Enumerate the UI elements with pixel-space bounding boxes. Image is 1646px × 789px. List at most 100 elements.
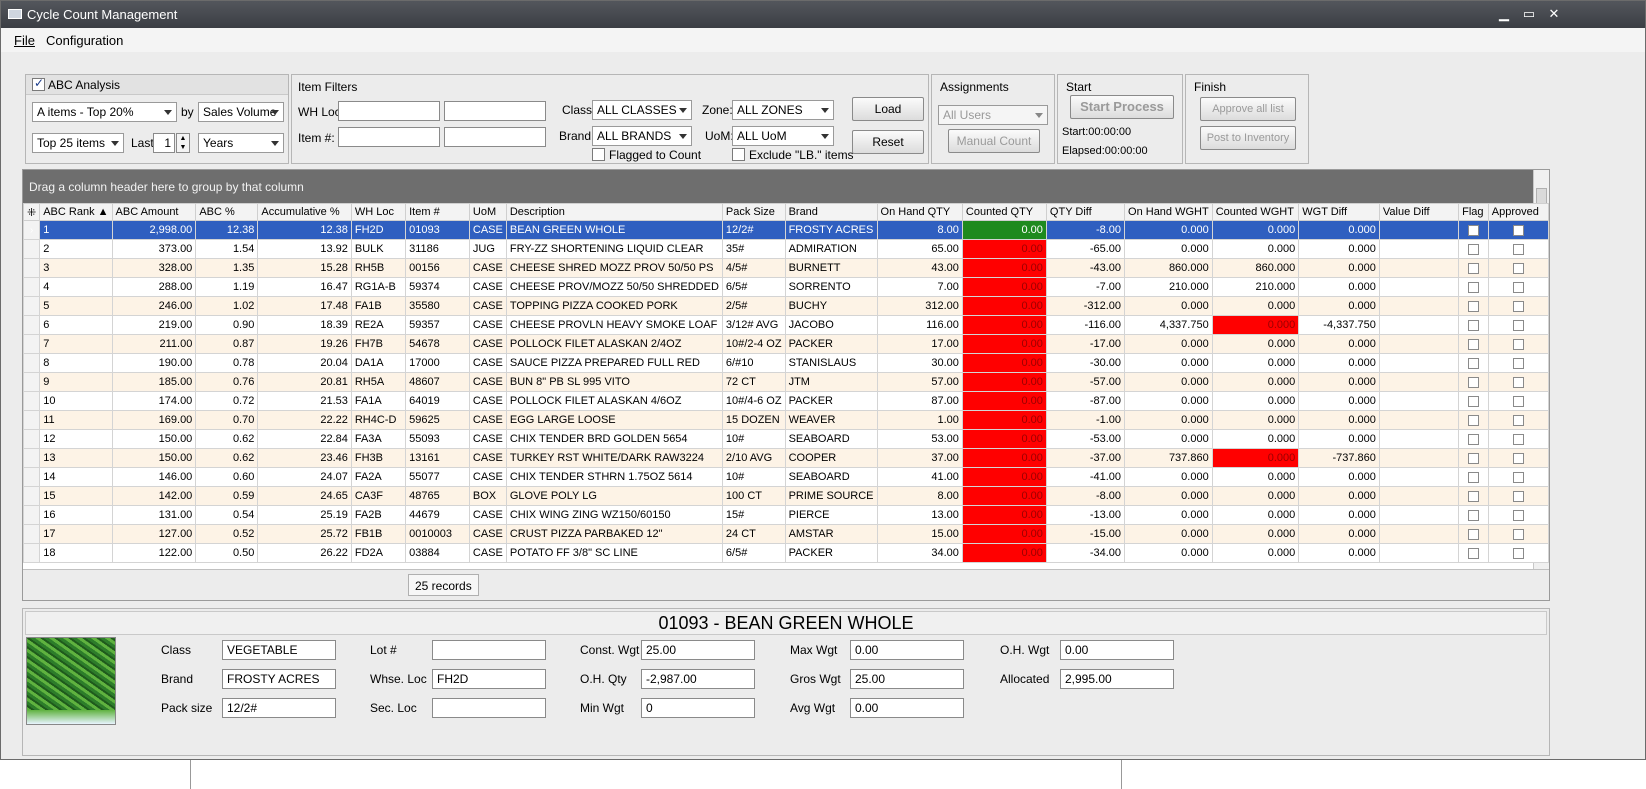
cell-abc-amount[interactable]: 328.00 xyxy=(111,258,197,278)
cell-brand[interactable]: SORRENTO xyxy=(784,277,878,297)
table-row[interactable]: 6 219.00 0.90 18.39 RE2A 59357 CASE CHEESE PROV… xyxy=(22,315,1550,335)
pack-size-field[interactable]: 12/2# xyxy=(222,698,336,718)
cell-wh-loc[interactable]: FA2A xyxy=(350,467,407,487)
cell-counted-wght[interactable]: 0.000 xyxy=(1211,353,1300,373)
cell-accumulative-pct[interactable]: 22.22 xyxy=(257,410,352,430)
class-combo[interactable]: ALL CLASSES xyxy=(592,100,692,120)
cell-abc-pct[interactable]: 0.60 xyxy=(195,467,259,487)
brand-field[interactable]: FROSTY ACRES xyxy=(222,669,336,689)
cell-pack-size[interactable]: 35# xyxy=(721,239,786,259)
cell-pack-size[interactable]: 10#/4-6 OZ xyxy=(721,391,786,411)
cell-counted-wght[interactable]: 0.000 xyxy=(1211,543,1300,563)
cell-counted-wght[interactable]: 0.000 xyxy=(1211,220,1300,240)
approved-checkbox[interactable] xyxy=(1512,547,1524,559)
cell-abc-rank[interactable]: 2 xyxy=(39,239,113,259)
cell-abc-pct[interactable]: 0.62 xyxy=(195,448,259,468)
approved-checkbox[interactable] xyxy=(1512,338,1524,350)
cell-accumulative-pct[interactable]: 25.72 xyxy=(257,524,352,544)
cell-abc-amount[interactable]: 174.00 xyxy=(111,391,197,411)
cell-pack-size[interactable]: 6/5# xyxy=(721,277,786,297)
cell-accumulative-pct[interactable]: 17.48 xyxy=(257,296,352,316)
col-abc-rank[interactable]: ABC Rank ▲ xyxy=(39,203,113,221)
cell-pack-size[interactable]: 15# xyxy=(721,505,786,525)
cell-counted-qty[interactable]: 0.00 xyxy=(961,543,1047,563)
col-accumulative-pct[interactable]: Accumulative % xyxy=(257,203,352,221)
cell-pack-size[interactable]: 10# xyxy=(721,467,786,487)
cell-counted-qty[interactable]: 0.00 xyxy=(961,220,1047,240)
cell-wh-loc[interactable]: RH5A xyxy=(350,372,407,392)
cell-brand[interactable]: WEAVER xyxy=(784,410,878,430)
table-row[interactable]: 4 288.00 1.19 16.47 RG1A-B 59374 CASE CHEESE PR… xyxy=(22,277,1550,297)
cell-wh-loc[interactable]: FA1B xyxy=(350,296,407,316)
cell-wgt-diff[interactable]: 0.000 xyxy=(1298,220,1380,240)
cell-abc-amount[interactable]: 150.00 xyxy=(111,448,197,468)
flag-checkbox[interactable] xyxy=(1467,509,1479,521)
cell-abc-amount[interactable]: 142.00 xyxy=(111,486,197,506)
cell-description[interactable]: CHIX TENDER STHRN 1.75OZ 5614 xyxy=(505,467,723,487)
cell-wh-loc[interactable]: FH3B xyxy=(350,448,407,468)
cell-counted-qty[interactable]: 0.00 xyxy=(961,296,1047,316)
row-indicator[interactable] xyxy=(22,372,41,392)
cell-pack-size[interactable]: 12/2# xyxy=(721,220,786,240)
exclude-lb-checkbox[interactable] xyxy=(732,148,745,161)
flag-checkbox[interactable] xyxy=(1467,376,1479,388)
abc-period-combo[interactable]: Years xyxy=(198,133,284,153)
cell-wh-loc[interactable]: CA3F xyxy=(350,486,407,506)
approved-checkbox[interactable] xyxy=(1512,224,1524,236)
row-indicator[interactable] xyxy=(22,315,41,335)
cell-counted-qty[interactable]: 0.00 xyxy=(961,410,1047,430)
cell-counted-qty[interactable]: 0.00 xyxy=(961,372,1047,392)
cell-on-hand-wght[interactable]: 0.000 xyxy=(1124,429,1213,449)
cell-item-number[interactable]: 59374 xyxy=(405,277,470,297)
cell-uom[interactable]: CASE xyxy=(468,296,507,316)
cell-wh-loc[interactable]: FD2A xyxy=(350,543,407,563)
cell-abc-amount[interactable]: 150.00 xyxy=(111,429,197,449)
cell-on-hand-wght[interactable]: 0.000 xyxy=(1124,486,1213,506)
avg-wgt-field[interactable]: 0.00 xyxy=(850,698,964,718)
cell-on-hand-qty[interactable]: 30.00 xyxy=(876,353,963,373)
cell-abc-pct[interactable]: 0.78 xyxy=(195,353,259,373)
cell-item-number[interactable]: 55077 xyxy=(405,467,470,487)
cell-counted-wght[interactable]: 0.000 xyxy=(1211,239,1300,259)
cell-value-diff[interactable] xyxy=(1378,524,1460,544)
cell-description[interactable]: TURKEY RST WHITE/DARK RAW3224 xyxy=(505,448,723,468)
cell-abc-rank[interactable]: 11 xyxy=(39,410,113,430)
cell-description[interactable]: BUN 8" PB SL 995 VITO xyxy=(505,372,723,392)
cell-wgt-diff[interactable]: 0.000 xyxy=(1298,391,1380,411)
cell-abc-amount[interactable]: 246.00 xyxy=(111,296,197,316)
cell-counted-wght[interactable]: 0.000 xyxy=(1211,315,1300,335)
cell-counted-wght[interactable]: 0.000 xyxy=(1211,467,1300,487)
col-on-hand-qty[interactable]: On Hand QTY xyxy=(876,203,963,221)
last-input[interactable]: 1 xyxy=(153,133,175,153)
cell-on-hand-wght[interactable]: 0.000 xyxy=(1124,467,1213,487)
cell-counted-qty[interactable]: 0.00 xyxy=(961,315,1047,335)
cell-brand[interactable]: JACOBO xyxy=(784,315,878,335)
cell-description[interactable]: CHEESE SHRED MOZZ PROV 50/50 PS xyxy=(505,258,723,278)
post-to-inventory-button[interactable]: Post to Inventory xyxy=(1200,126,1296,150)
cell-abc-pct[interactable]: 1.54 xyxy=(195,239,259,259)
cell-wgt-diff[interactable]: 0.000 xyxy=(1298,505,1380,525)
max-wgt-field[interactable]: 0.00 xyxy=(850,640,964,660)
cell-accumulative-pct[interactable]: 20.81 xyxy=(257,372,352,392)
cell-description[interactable]: CHEESE PROVLN HEAVY SMOKE LOAF xyxy=(505,315,723,335)
cell-abc-rank[interactable]: 1 xyxy=(39,220,113,240)
cell-on-hand-wght[interactable]: 4,337.750 xyxy=(1124,315,1213,335)
maximize-button[interactable]: ▭ xyxy=(1518,6,1540,22)
cell-item-number[interactable]: 48765 xyxy=(405,486,470,506)
cell-value-diff[interactable] xyxy=(1378,391,1460,411)
cell-item-number[interactable]: 48607 xyxy=(405,372,470,392)
gros-wgt-field[interactable]: 25.00 xyxy=(850,669,964,689)
cell-brand[interactable]: PACKER xyxy=(784,334,878,354)
cell-counted-wght[interactable]: 210.000 xyxy=(1211,277,1300,297)
row-indicator[interactable] xyxy=(22,258,41,278)
cell-pack-size[interactable]: 10# xyxy=(721,429,786,449)
cell-qty-diff[interactable]: -57.00 xyxy=(1045,372,1126,392)
cell-wgt-diff[interactable]: 0.000 xyxy=(1298,543,1380,563)
cell-wh-loc[interactable]: RH5B xyxy=(350,258,407,278)
cell-on-hand-wght[interactable]: 0.000 xyxy=(1124,543,1213,563)
cell-abc-pct[interactable]: 0.62 xyxy=(195,429,259,449)
cell-qty-diff[interactable]: -41.00 xyxy=(1045,467,1126,487)
cell-abc-rank[interactable]: 16 xyxy=(39,505,113,525)
col-description[interactable]: Description xyxy=(505,203,723,221)
row-indicator[interactable] xyxy=(22,296,41,316)
